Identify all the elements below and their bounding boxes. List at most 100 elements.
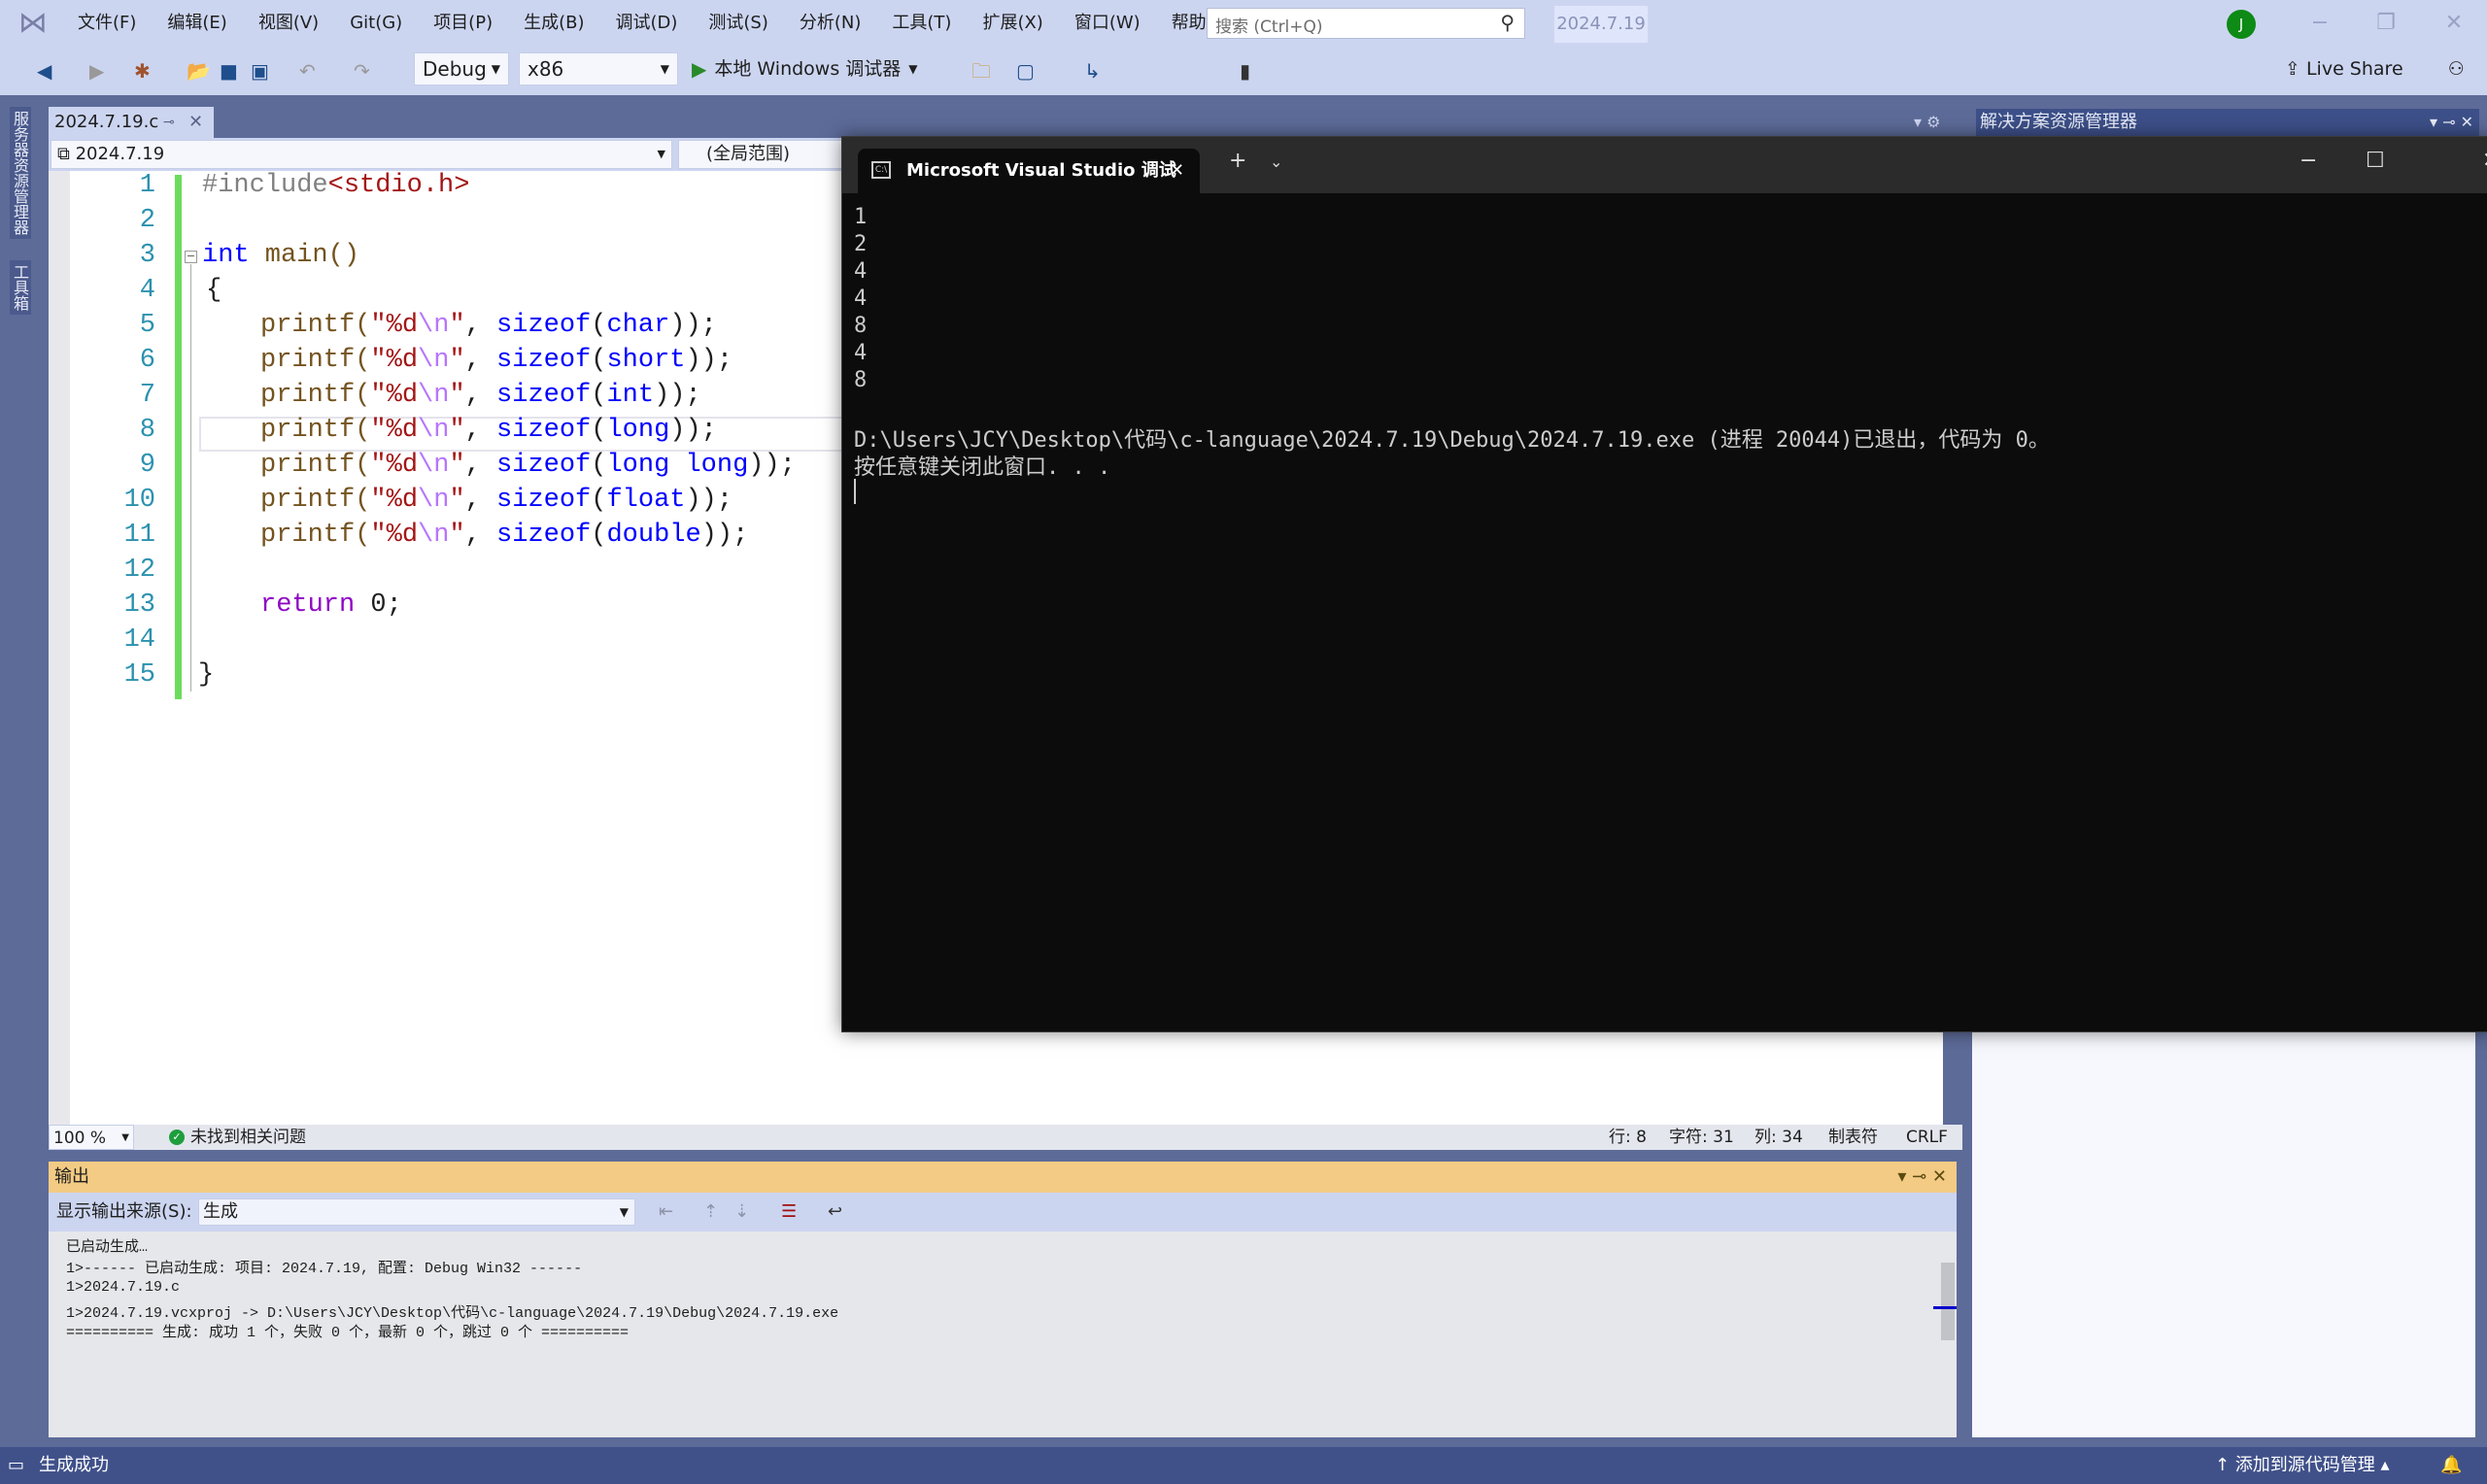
redo-icon[interactable]: ↷	[354, 56, 370, 85]
server-explorer-tab[interactable]: 服务器资源管理器	[10, 107, 31, 239]
menu-file[interactable]: 文件(F)	[62, 0, 152, 47]
maximize-icon[interactable]: ☐	[2366, 149, 2385, 173]
run-label: 本地 Windows 调试器	[714, 58, 902, 80]
open-folder-icon[interactable]: 📂	[187, 56, 211, 85]
chevron-down-icon: ▼	[619, 1205, 629, 1219]
word-wrap-icon[interactable]: ↩	[828, 1193, 842, 1231]
debug-console-window[interactable]: C:\ Microsoft Visual Studio 调试 ✕ + ⌄ − ☐…	[841, 136, 2487, 1032]
line-number: 13	[123, 590, 155, 620]
zoom-dropdown[interactable]: 100 % ▼	[49, 1125, 134, 1150]
next-message-icon[interactable]: ⇣	[734, 1193, 749, 1231]
new-tab-icon[interactable]: +	[1229, 149, 1246, 173]
zoom-value: 100 %	[53, 1129, 107, 1148]
restore-icon[interactable]: ❐	[2367, 6, 2405, 41]
line-ending-indicator[interactable]: CRLF	[1906, 1125, 1948, 1150]
feedback-icon[interactable]: ⚇	[2448, 58, 2465, 80]
status-bar: ▭ 生成成功 ↑ 添加到源代码管理 ▴ 🔔	[0, 1447, 2487, 1484]
avatar[interactable]: J	[2227, 10, 2256, 39]
issues-text: 未找到相关问题	[190, 1128, 306, 1147]
go-to-line-icon[interactable]: ⇤	[659, 1193, 673, 1231]
minimize-icon[interactable]: −	[2300, 6, 2339, 41]
tab-2024-7-19-c[interactable]: 2024.7.19.c ⊸ ✕	[49, 107, 214, 138]
panel-controls[interactable]: ▾ ⊸ ✕	[1897, 1162, 1947, 1193]
line-number: 15	[123, 660, 155, 690]
menu-window[interactable]: 窗口(W)	[1059, 0, 1156, 47]
close-tab-icon[interactable]: ✕	[188, 107, 203, 138]
start-debugging-button[interactable]: ▶ 本地 Windows 调试器 ▼	[692, 52, 918, 85]
output-content[interactable]: 已启动生成… 1>------ 已启动生成: 项目: 2024.7.19, 配置…	[49, 1231, 1957, 1437]
menu-test[interactable]: 测试(S)	[693, 0, 783, 47]
menu-view[interactable]: 视图(V)	[243, 0, 334, 47]
previous-message-icon[interactable]: ⇡	[703, 1193, 718, 1231]
scroll-marker	[1933, 1306, 1957, 1309]
panel-controls[interactable]: ▾ ⊸ ✕	[2430, 109, 2473, 136]
console-output-line: 4	[854, 341, 868, 365]
collapse-icon[interactable]: −	[185, 251, 197, 263]
line-number: 2	[139, 206, 155, 235]
console-tab[interactable]: C:\ Microsoft Visual Studio 调试 ✕	[858, 149, 1200, 193]
settings-icon[interactable]: ▾ ⚙	[1914, 113, 1940, 131]
notifications-icon[interactable]: 🔔	[2440, 1447, 2462, 1484]
configuration-dropdown[interactable]: Debug ▼	[414, 52, 509, 85]
project-dropdown[interactable]: ⧉ 2024.7.19 ▼	[51, 140, 672, 169]
status-message: 生成成功	[39, 1455, 109, 1475]
undo-icon[interactable]: ↶	[299, 56, 316, 85]
scope-dropdown[interactable]: (全局范围)	[678, 140, 853, 169]
search-input[interactable]: 搜索 (Ctrl+Q) ⚲	[1207, 8, 1525, 39]
output-source-dropdown[interactable]: 生成 ▼	[198, 1198, 635, 1226]
chevron-down-icon: ▼	[491, 62, 500, 76]
console-output-line: 8	[854, 314, 868, 338]
new-item-icon[interactable]: ✱	[134, 56, 151, 85]
line-number: 9	[139, 451, 155, 480]
line-number: 8	[139, 416, 155, 445]
configuration-value: Debug	[423, 57, 487, 81]
output-source-label: 显示输出来源(S):	[56, 1201, 192, 1222]
line-indicator: 行: 8	[1609, 1128, 1647, 1147]
platform-value: x86	[528, 57, 564, 81]
step-icon[interactable]: ↳	[1084, 56, 1101, 85]
save-all-icon[interactable]: ▣	[251, 56, 269, 85]
menu-git[interactable]: Git(G)	[334, 0, 418, 47]
minimize-icon[interactable]: −	[2300, 149, 2317, 173]
console-output-line: 4	[854, 287, 868, 311]
forward-icon[interactable]: ▶	[89, 56, 104, 85]
back-icon[interactable]: ◀	[37, 56, 51, 85]
output-title: 输出	[54, 1166, 89, 1187]
pin-icon[interactable]: ⊸	[163, 107, 175, 138]
menu-extensions[interactable]: 扩展(X)	[967, 0, 1058, 47]
side-tool-strip: 服务器资源管理器 工具箱	[0, 97, 37, 1447]
close-tab-icon[interactable]: ✕	[1170, 149, 1184, 193]
clear-all-icon[interactable]: ☰	[781, 1193, 797, 1231]
platform-dropdown[interactable]: x86 ▼	[519, 52, 678, 85]
indent-indicator[interactable]: 制表符	[1828, 1125, 1878, 1150]
change-tracking-bar	[175, 175, 182, 699]
outline-guide	[190, 264, 191, 691]
save-icon[interactable]: ■	[220, 56, 238, 85]
live-share-label: Live Share	[2305, 58, 2403, 80]
toolbox-tab[interactable]: 工具箱	[10, 260, 31, 315]
column-indicator: 列: 34	[1755, 1128, 1803, 1147]
menu-debug[interactable]: 调试(D)	[600, 0, 694, 47]
screenshot-icon[interactable]: ▢	[1016, 56, 1035, 85]
chevron-down-icon[interactable]: ⌄	[1270, 152, 1282, 171]
code-line-4: {	[206, 276, 222, 305]
menu-tools[interactable]: 工具(T)	[876, 0, 967, 47]
find-in-files-icon[interactable]: 🗀	[971, 56, 991, 85]
menu-build[interactable]: 生成(B)	[508, 0, 599, 47]
close-icon[interactable]: ✕	[2482, 149, 2487, 173]
bookmark-icon[interactable]: ▮	[1240, 56, 1250, 85]
code-line-15: }	[198, 660, 215, 690]
issues-indicator[interactable]: ✓ 未找到相关问题	[169, 1125, 306, 1150]
menu-edit[interactable]: 编辑(E)	[152, 0, 242, 47]
console-output-line: 8	[854, 368, 868, 392]
menu-project[interactable]: 项目(P)	[418, 0, 508, 47]
source-control-button[interactable]: ↑ 添加到源代码管理 ▴	[2215, 1447, 2390, 1484]
selection-margin	[49, 171, 70, 1125]
output-scrollbar[interactable]	[1941, 1263, 1955, 1340]
code-line-13: return 0;	[260, 590, 402, 620]
code-line-3: int main()	[202, 241, 360, 270]
menu-analyze[interactable]: 分析(N)	[784, 0, 877, 47]
close-icon[interactable]: ✕	[2435, 6, 2473, 41]
arrow-up-icon: ↑	[2215, 1455, 2235, 1475]
live-share-button[interactable]: ⇪ Live Share ⚇	[2285, 54, 2465, 84]
